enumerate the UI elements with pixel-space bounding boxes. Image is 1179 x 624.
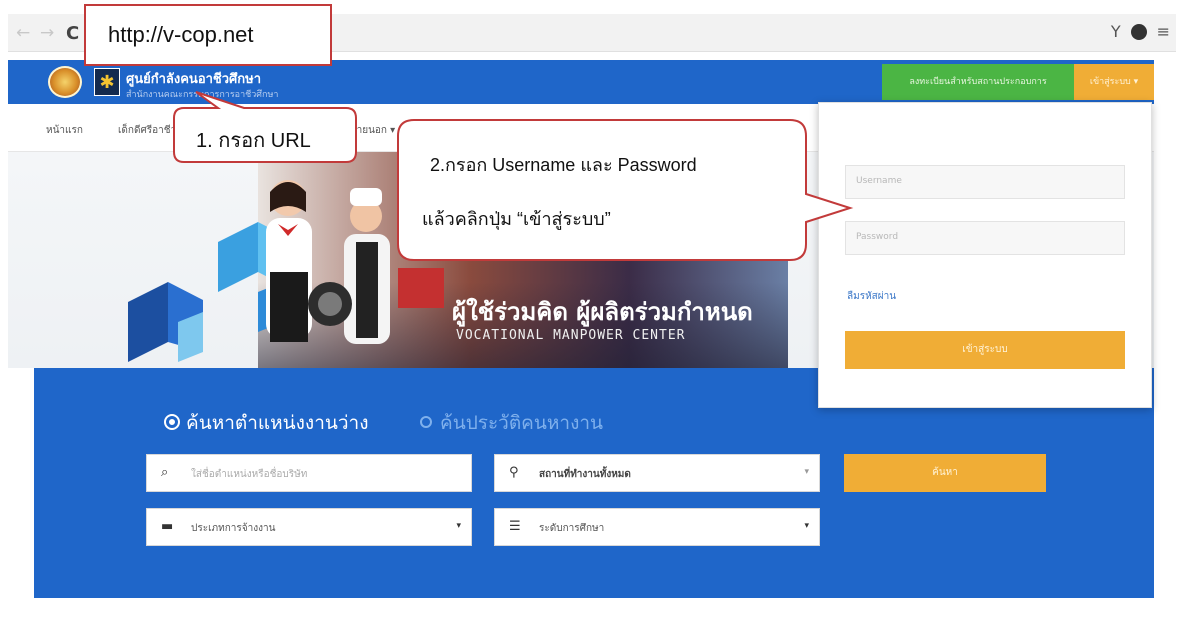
step2-callout-line1: 2.กรอก Username และ Password: [430, 155, 697, 175]
step2-bubble: [397, 119, 854, 261]
step1-callout-text: 1. กรอก URL: [196, 130, 311, 152]
callout-bubbles: [173, 91, 854, 261]
page: ← → C Y ≡ ✱ ศูนย์กำลังคนอาชีวศึกษา สำนัก…: [0, 0, 1179, 624]
step2-callout-line2: แล้วคลิกปุ่ม “เข้าสู่ระบบ”: [422, 209, 611, 229]
